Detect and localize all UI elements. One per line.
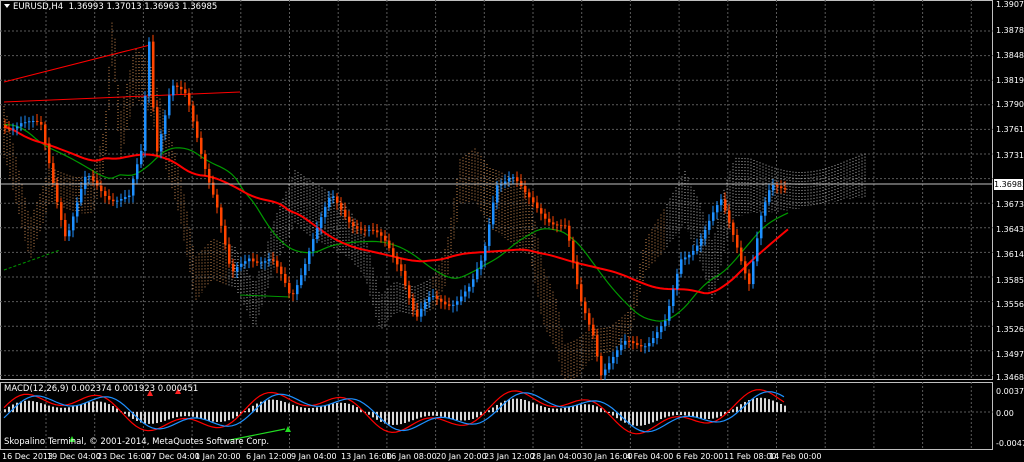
time-tick-label: 1 Jan 20:00	[195, 452, 241, 461]
moving-averages	[3, 44, 789, 322]
slow-ma-line	[3, 125, 789, 295]
high-value: 1.37013	[106, 2, 142, 12]
trend-line	[3, 249, 61, 271]
symbol-timeframe: EURUSD,H4	[13, 2, 64, 12]
price-tick-label: 1.34975	[996, 350, 1024, 359]
price-tick-label: 1.37900	[996, 100, 1024, 109]
trend-line	[3, 91, 241, 103]
time-tick-label: 6 Feb 20:00	[676, 452, 724, 461]
price-tick-label: 1.37610	[996, 125, 1024, 134]
symbol-info: EURUSD,H4 1.36993 1.37013 1.36963 1.3698…	[4, 2, 217, 12]
price-chart-canvas[interactable]	[0, 0, 993, 380]
price-tick-label: 1.37315	[996, 151, 1024, 160]
low-value: 1.36963	[144, 2, 180, 12]
time-tick-label: 27 Dec 04:00	[146, 452, 200, 461]
trend-line	[3, 44, 151, 83]
time-tick-label: 6 Jan 12:00	[246, 452, 292, 461]
time-tick-label: 28 Jan 04:00	[531, 452, 582, 461]
time-tick-label: 16 Dec 2013	[2, 452, 54, 461]
price-tick-label: 1.38195	[996, 76, 1024, 85]
price-tick-label: 1.35560	[996, 300, 1024, 309]
price-tick-label: 1.39070	[996, 0, 1024, 9]
macd-label: MACD(12,26,9) 0.002374 0.001923 0.000451	[4, 384, 199, 394]
time-tick-label: 13 Jan 16:00	[341, 452, 392, 461]
price-tick-label: 1.36435	[996, 225, 1024, 234]
macd-tick-label: 0.003799	[996, 387, 1024, 396]
current-price-label: 1.36985	[994, 179, 1024, 190]
macd-tick-label: -0.004727	[996, 439, 1024, 448]
time-tick-label: 14 Feb 00:00	[769, 452, 822, 461]
price-tick-label: 1.36730	[996, 200, 1024, 209]
price-tick-label: 1.36145	[996, 250, 1024, 259]
price-tick-label: 1.35850	[996, 276, 1024, 285]
time-tick-label: 16 Jan 08:00	[386, 452, 437, 461]
time-tick-label: 9 Jan 04:00	[291, 452, 337, 461]
time-tick-label: 19 Dec 04:00	[47, 452, 101, 461]
candles	[4, 34, 787, 380]
price-tick-label: 1.38780	[996, 26, 1024, 35]
price-tick-label: 1.35265	[996, 325, 1024, 334]
price-tick-label: 1.38485	[996, 51, 1024, 60]
time-tick-label: 20 Jan 20:00	[436, 452, 487, 461]
copyright-text: Skopalino Terminal, © 2001-2014, MetaQuo…	[4, 437, 270, 447]
close-value: 1.36985	[182, 2, 218, 12]
price-tick-label: 1.34680	[996, 373, 1024, 382]
dropdown-arrow-icon[interactable]	[4, 4, 10, 8]
open-value: 1.36993	[68, 2, 104, 12]
chart-window[interactable]: EURUSD,H4 1.36993 1.37013 1.36963 1.3698…	[0, 0, 1024, 462]
time-tick-label: 4 Feb 04:00	[626, 452, 674, 461]
time-tick-label: 23 Dec 16:00	[97, 452, 151, 461]
time-tick-label: 23 Jan 12:00	[484, 452, 535, 461]
arrow-up-icon	[285, 426, 291, 432]
macd-tick-label: 0.00	[996, 409, 1014, 418]
